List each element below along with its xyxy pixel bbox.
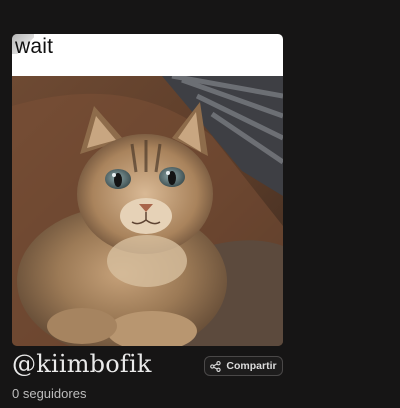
follower-count: 0 seguidores [12, 386, 87, 401]
share-button-label: Compartir [226, 360, 277, 372]
caption-text: wait [15, 35, 54, 58]
share-button[interactable]: Compartir [204, 356, 283, 376]
share-icon [210, 360, 222, 372]
cat-photo [12, 76, 283, 346]
profile-username[interactable]: @kiimbofik [12, 350, 152, 378]
caption-band: wait [12, 34, 283, 76]
post-card[interactable]: wait [12, 34, 283, 346]
